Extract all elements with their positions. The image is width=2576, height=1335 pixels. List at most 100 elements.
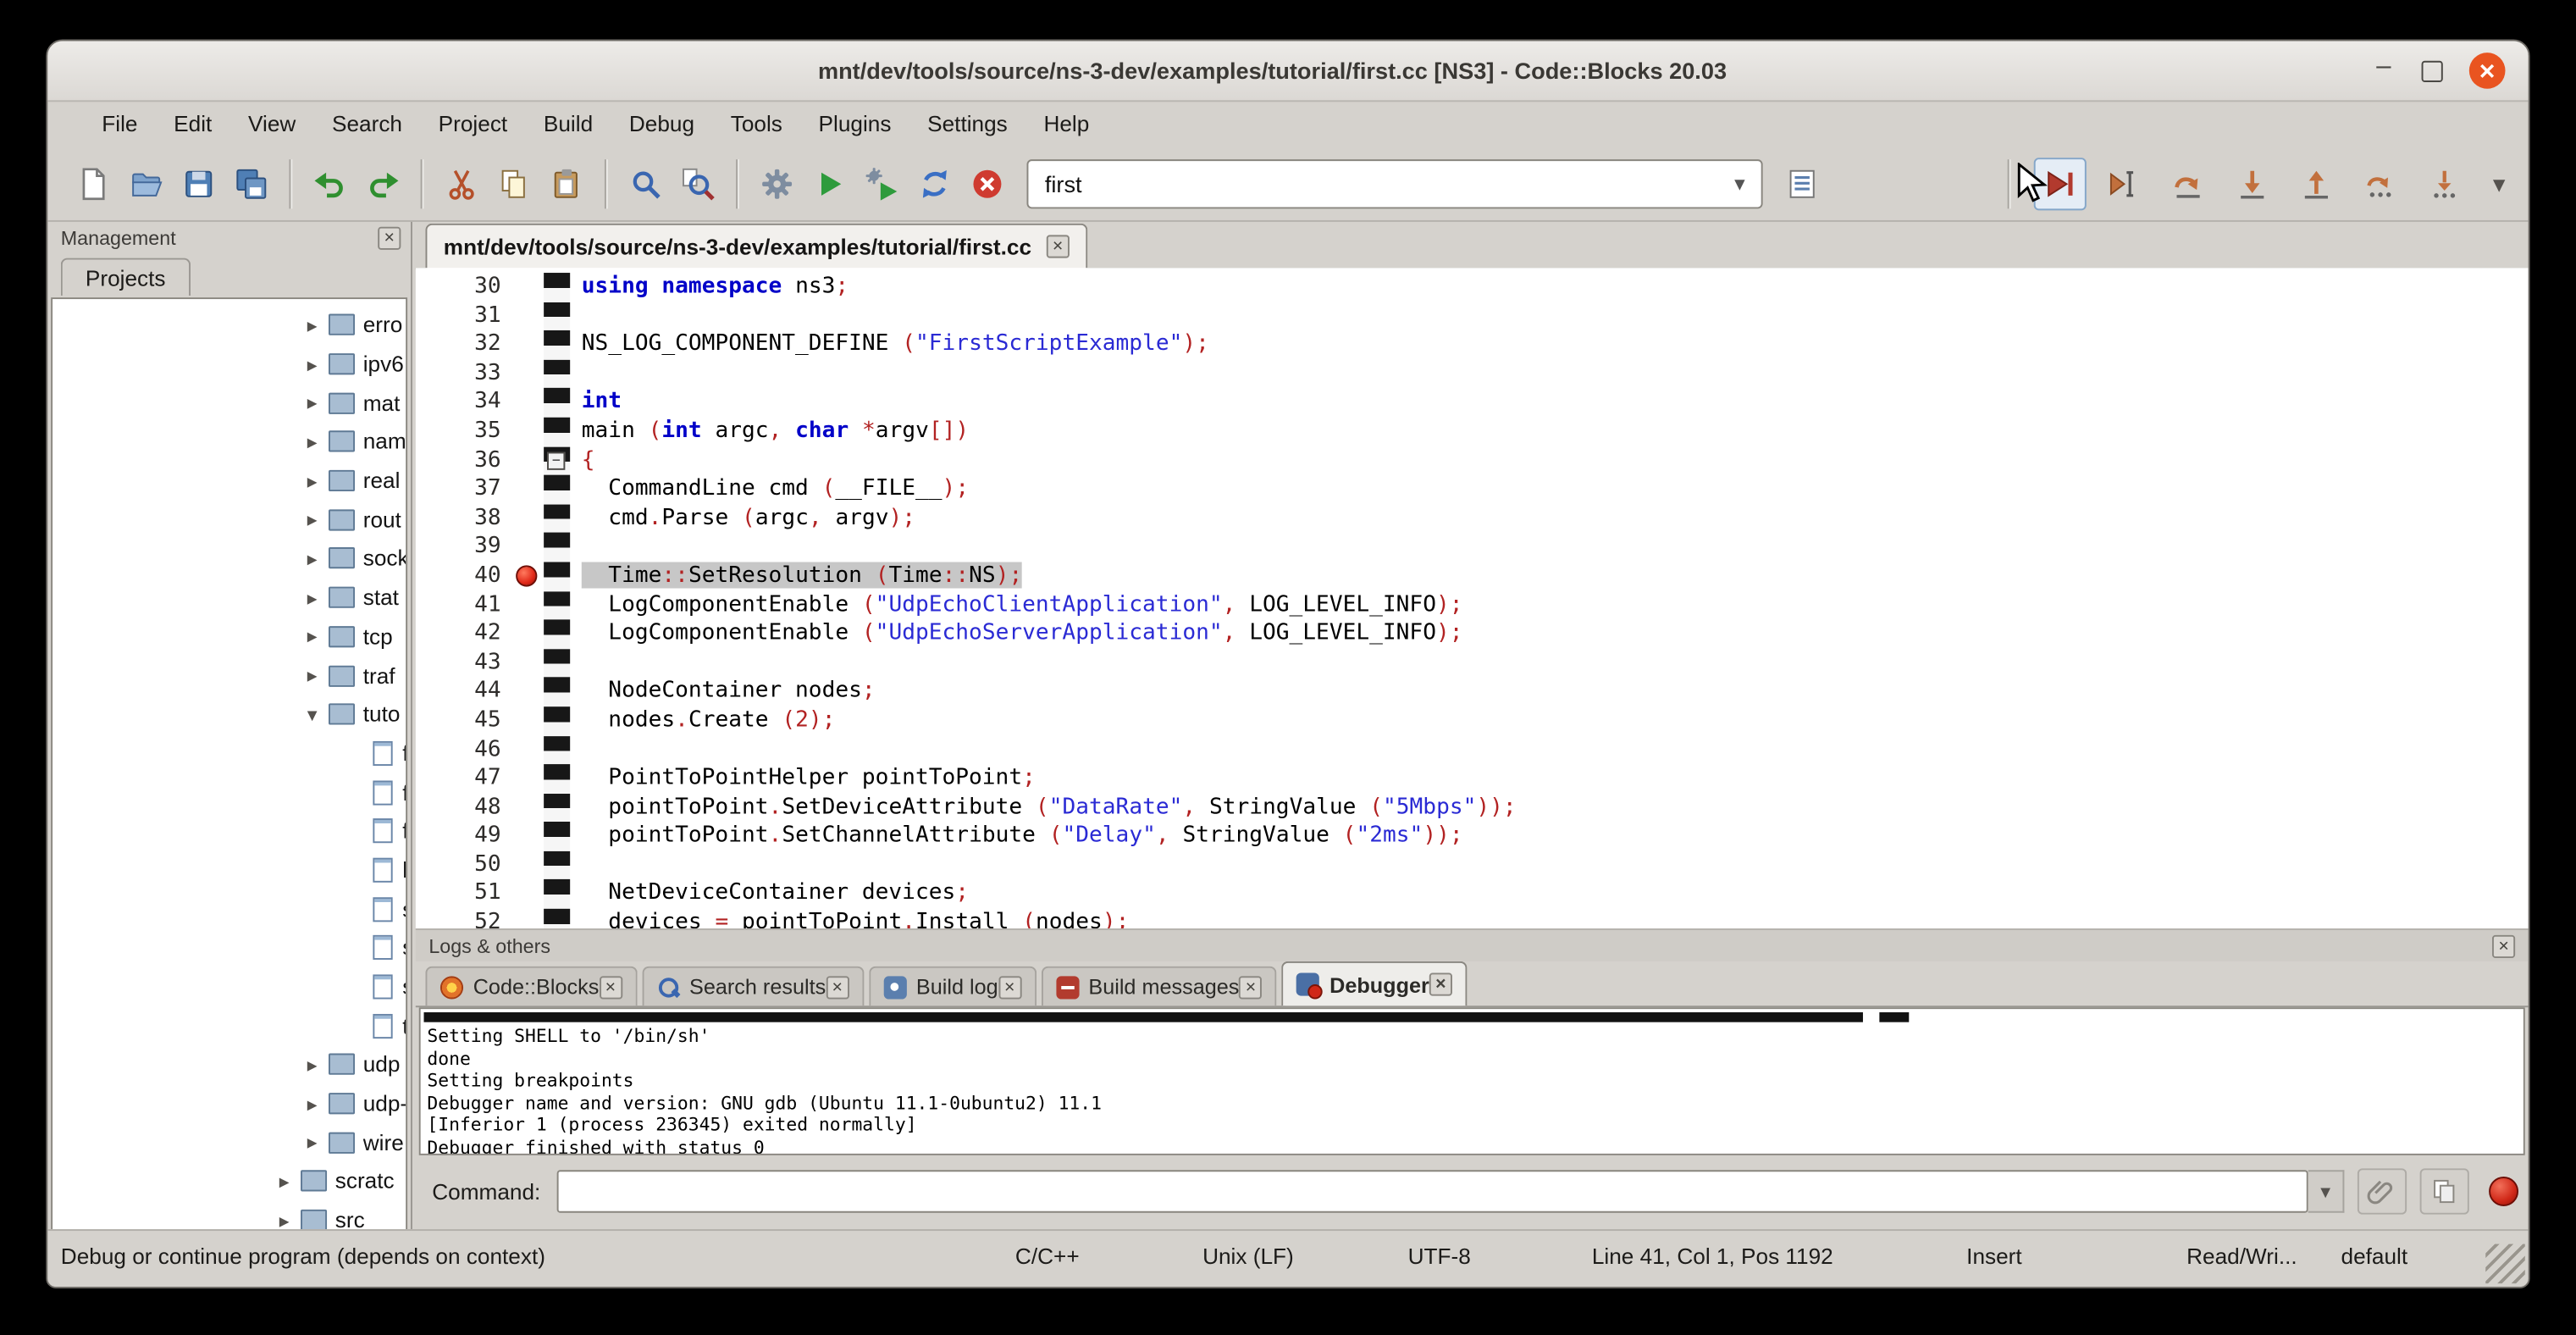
breakpoint-margin[interactable]	[514, 562, 544, 590]
command-input[interactable]	[557, 1170, 2308, 1212]
breakpoint-margin[interactable]	[514, 504, 544, 533]
code-line-37[interactable]: 37 CommandLine cmd (__FILE__);	[416, 475, 2529, 504]
close-icon[interactable]: ×	[826, 975, 849, 998]
breakpoint-icon[interactable]	[516, 565, 537, 586]
chevron-right-icon[interactable]: ▸	[307, 391, 329, 414]
chevron-right-icon[interactable]: ▸	[307, 430, 329, 453]
menu-project[interactable]: Project	[420, 104, 525, 142]
breakpoint-margin[interactable]	[514, 446, 544, 475]
build-target-combobox[interactable]: first ▾	[1027, 158, 1763, 208]
breakpoint-margin[interactable]	[514, 475, 544, 504]
line-number[interactable]: 37	[416, 475, 514, 504]
tree-item-udp-[interactable]: ▸udp-	[53, 1084, 406, 1123]
line-number[interactable]: 33	[416, 359, 514, 388]
close-icon[interactable]: ×	[599, 975, 622, 998]
breakpoint-margin[interactable]	[514, 533, 544, 562]
line-number[interactable]: 45	[416, 706, 514, 735]
tree-item-he[interactable]: he	[53, 850, 406, 889]
menu-edit[interactable]: Edit	[156, 104, 230, 142]
line-number[interactable]: 44	[416, 678, 514, 706]
menu-help[interactable]: Help	[1025, 104, 1108, 142]
redo-button[interactable]	[357, 157, 409, 209]
code-line-51[interactable]: 51 NetDeviceContainer devices;	[416, 880, 2529, 909]
menu-file[interactable]: File	[84, 104, 156, 142]
menu-build[interactable]: Build	[526, 104, 611, 142]
logs-tab-search-results[interactable]: Search results×	[642, 967, 864, 1006]
cut-button[interactable]	[435, 157, 488, 209]
code-line-48[interactable]: 48 pointToPoint.SetDeviceAttribute ("Dat…	[416, 793, 2529, 822]
code-line-30[interactable]: 30using namespace ns3;	[416, 273, 2529, 302]
save-all-button[interactable]	[225, 157, 278, 209]
toolbar-overflow-chevron[interactable]: ▾	[2493, 169, 2508, 198]
breakpoint-margin[interactable]	[514, 359, 544, 388]
titlebar[interactable]: mnt/dev/tools/source/ns-3-dev/examples/t…	[47, 42, 2528, 102]
chevron-right-icon[interactable]: ▸	[307, 1092, 329, 1115]
tree-item-th[interactable]: th	[53, 1006, 406, 1045]
editor-tab[interactable]: mnt/dev/tools/source/ns-3-dev/examples/t…	[425, 224, 1087, 269]
tree-item-nam[interactable]: ▸nam	[53, 423, 406, 462]
breakpoint-margin[interactable]	[514, 590, 544, 619]
tree-item-fo[interactable]: fo	[53, 812, 406, 850]
build-and-run-button[interactable]	[856, 157, 909, 209]
copy-log-button[interactable]	[2420, 1168, 2469, 1214]
tree-item-fir[interactable]: fir	[53, 773, 406, 812]
code-line-43[interactable]: 43	[416, 649, 2529, 678]
code-editor[interactable]: 30using namespace ns3;3132NS_LOG_COMPONE…	[416, 268, 2529, 928]
tree-item-si[interactable]: si	[53, 967, 406, 1006]
next-instruction-button[interactable]	[2355, 157, 2407, 209]
tree-item-udp[interactable]: ▸udp	[53, 1045, 406, 1084]
breakpoint-margin[interactable]	[514, 678, 544, 706]
tree-item-rout[interactable]: ▸rout	[53, 501, 406, 540]
fold-marker-icon[interactable]: −	[547, 452, 565, 470]
line-number[interactable]: 39	[416, 533, 514, 562]
code-line-49[interactable]: 49 pointToPoint.SetChannelAttribute ("De…	[416, 823, 2529, 851]
breakpoint-margin[interactable]	[514, 389, 544, 418]
code-line-47[interactable]: 47 PointToPointHelper pointToPoint;	[416, 764, 2529, 793]
breakpoint-margin[interactable]	[514, 706, 544, 735]
tree-item-wire[interactable]: ▸wire	[53, 1123, 406, 1162]
code-line-33[interactable]: 33	[416, 359, 2529, 388]
line-number[interactable]: 46	[416, 735, 514, 764]
menu-settings[interactable]: Settings	[909, 104, 1025, 142]
build-target-options-button[interactable]	[1776, 157, 1828, 209]
stop-debugger-button[interactable]	[2489, 1177, 2518, 1206]
tree-item-mat[interactable]: ▸mat	[53, 384, 406, 423]
line-number[interactable]: 31	[416, 302, 514, 330]
line-number[interactable]: 51	[416, 880, 514, 909]
breakpoint-margin[interactable]	[514, 909, 544, 928]
chevron-right-icon[interactable]: ▸	[307, 586, 329, 609]
attach-button[interactable]	[2358, 1168, 2407, 1214]
chevron-down-icon[interactable]: ▾	[1718, 170, 1761, 197]
tree-item-fif[interactable]: fif	[53, 734, 406, 773]
find-button[interactable]	[619, 157, 672, 209]
close-icon[interactable]: ×	[2492, 934, 2515, 957]
tree-item-ipv6[interactable]: ▸ipv6	[53, 345, 406, 384]
step-into-instruction-button[interactable]	[2419, 157, 2472, 209]
command-history-chevron[interactable]: ▾	[2308, 1170, 2345, 1212]
menu-view[interactable]: View	[230, 104, 314, 142]
breakpoint-margin[interactable]	[514, 418, 544, 446]
debugger-log-container[interactable]: Setting SHELL to '/bin/sh'doneSetting br…	[419, 1007, 2525, 1155]
chevron-right-icon[interactable]: ▸	[307, 1053, 329, 1076]
run-button[interactable]	[804, 157, 856, 209]
menu-tools[interactable]: Tools	[712, 104, 800, 142]
tree-item-se[interactable]: se	[53, 889, 406, 928]
menu-search[interactable]: Search	[314, 104, 421, 142]
rebuild-button[interactable]	[909, 157, 961, 209]
line-number[interactable]: 41	[416, 590, 514, 619]
code-line-41[interactable]: 41 LogComponentEnable ("UdpEchoClientApp…	[416, 590, 2529, 619]
breakpoint-margin[interactable]	[514, 273, 544, 302]
abort-button[interactable]	[961, 157, 1014, 209]
tree-item-stat[interactable]: ▸stat	[53, 579, 406, 618]
minimize-button[interactable]: –	[2372, 59, 2395, 82]
code-line-44[interactable]: 44 NodeContainer nodes;	[416, 678, 2529, 706]
breakpoint-margin[interactable]	[514, 880, 544, 909]
tree-item-tuto[interactable]: ▾tuto	[53, 695, 406, 734]
code-line-46[interactable]: 46	[416, 735, 2529, 764]
line-number[interactable]: 34	[416, 389, 514, 418]
line-number[interactable]: 38	[416, 504, 514, 533]
breakpoint-margin[interactable]	[514, 649, 544, 678]
open-file-button[interactable]	[120, 157, 173, 209]
line-number[interactable]: 50	[416, 851, 514, 880]
project-tree-container[interactable]: ▸erro▸ipv6▸mat▸nam▸real▸rout▸sock▸stat▸t…	[51, 297, 407, 1234]
